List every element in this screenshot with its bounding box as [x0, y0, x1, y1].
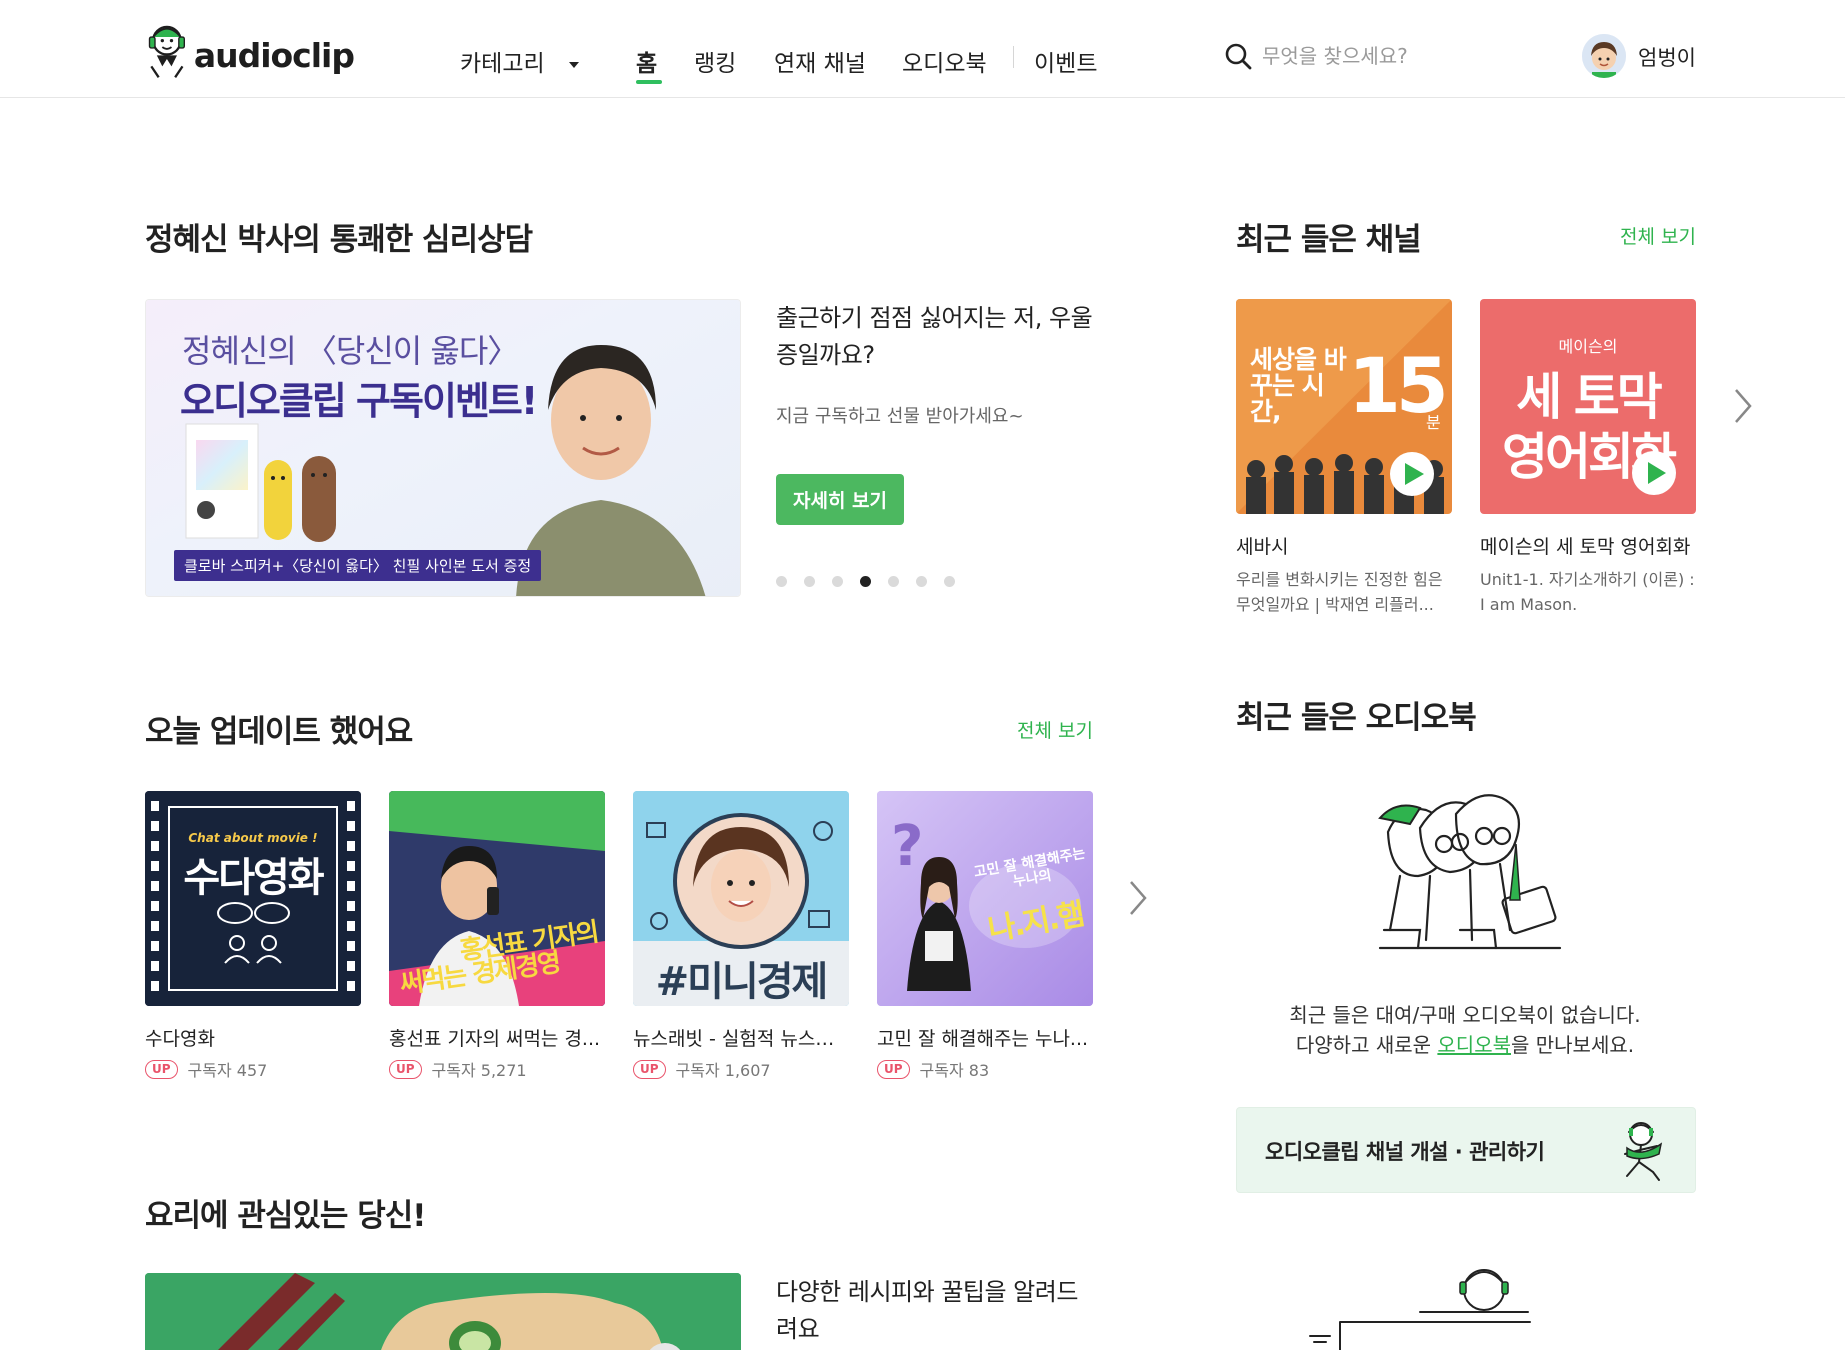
empty-line-2: 다양하고 새로운 오디오북을 만나보세요.: [1236, 1030, 1694, 1060]
update-title[interactable]: 뉴스래빗 - 실험적 뉴스생활: [633, 1024, 849, 1051]
updates-view-all-link[interactable]: 전체 보기: [1017, 716, 1093, 743]
update-meta: UP 구독자 457: [145, 1057, 361, 1081]
reading-characters-illustration: [1378, 794, 1562, 950]
caret-down-icon: [568, 61, 579, 68]
cooking-mascot-illustration: [1309, 1269, 1531, 1350]
channel-thumbnail[interactable]: 세상을 바꾸는 시간, 15 분: [1236, 299, 1452, 514]
svg-text:?: ?: [891, 814, 923, 879]
empty-line-1: 최근 들은 대여/구매 오디오북이 없습니다.: [1289, 1003, 1641, 1027]
update-title[interactable]: 홍선표 기자의 써먹는 경...: [389, 1024, 605, 1051]
nav-audiobook[interactable]: 오디오북: [902, 44, 987, 78]
chevron-right-icon[interactable]: [1731, 386, 1755, 426]
nav-divider: [1013, 46, 1014, 68]
thumbnail-text: 세상을 바꾸는 시간,: [1250, 345, 1347, 426]
play-icon: [1632, 451, 1676, 495]
recent-channels-view-all-link[interactable]: 전체 보기: [1620, 222, 1696, 249]
banner-caption: 클로바 스피커+〈당신이 옳다〉 친필 사인본 도서 증정: [174, 550, 542, 581]
feature-headline[interactable]: 출근하기 점점 싫어지는 저, 우울증일까요?: [776, 300, 1096, 374]
nav-event[interactable]: 이벤트: [1034, 44, 1097, 78]
update-title[interactable]: 수다영화: [145, 1024, 361, 1051]
feature-section-title: 정혜신 박사의 통쾌한 심리상담: [145, 222, 533, 258]
channel-management-label: 오디오클립 채널 개설 · 관리하기: [1265, 1140, 1545, 1164]
cooking-banner[interactable]: [145, 1273, 741, 1350]
channel-title[interactable]: 세바시: [1236, 532, 1452, 559]
thumbnail-title: #미니경제: [655, 959, 829, 1005]
user-avatar[interactable]: [1582, 34, 1626, 78]
channel-episode-desc: Unit1-1. 자기소개하기 (이론) : I am Mason.: [1480, 570, 1695, 614]
nav-active-indicator: [636, 80, 662, 84]
empty-line-2-post: 을 만나보세요.: [1511, 1033, 1635, 1057]
thumbnail-text: 메이슨의: [1558, 337, 1618, 356]
update-title[interactable]: 고민 잘 해결해주는 누나...: [877, 1024, 1093, 1051]
update-card[interactable]: #미니경제 뉴스래빗 - 실험적 뉴스생활 UP 구독자 1,607: [633, 791, 849, 1081]
view-details-button[interactable]: 자세히 보기: [776, 474, 904, 525]
audiobook-empty-message: 최근 들은 대여/구매 오디오북이 없습니다. 다양하고 새로운 오디오북을 만…: [1236, 1000, 1694, 1060]
channel-management-button[interactable]: 오디오클립 채널 개설 · 관리하기: [1236, 1107, 1696, 1193]
nav-ranking[interactable]: 랭킹: [694, 44, 736, 78]
subscriber-count: 구독자 1,607: [675, 1061, 771, 1080]
nav-category-label: 카테고리: [460, 51, 545, 77]
mascot-logo-icon: [148, 25, 186, 78]
carousel-dot-active[interactable]: [860, 576, 871, 587]
search-input[interactable]: [1262, 40, 1562, 72]
banner-headline-small: 정혜신의 〈당신이 옳다〉: [182, 332, 519, 370]
feature-banner[interactable]: 정혜신의 〈당신이 옳다〉 오디오클립 구독이벤트! 클로바 스피커+〈당신이 …: [145, 299, 741, 597]
username[interactable]: 엄벙이: [1638, 42, 1696, 72]
feature-subtext: 지금 구독하고 선물 받아가세요~: [776, 406, 1024, 427]
carousel-dot[interactable]: [888, 576, 899, 587]
subscriber-count: 구독자 457: [187, 1061, 268, 1080]
nav-category[interactable]: 카테고리: [460, 44, 580, 78]
update-thumbnail[interactable]: 홍선표 기자의 써먹는 경제경영: [389, 791, 605, 1006]
avatar-face-icon: [1582, 34, 1626, 78]
recent-channel-card[interactable]: 메이슨의 세 토막 영어회화 메이슨의 세 토막 영어회화 Unit1-1. 자…: [1480, 299, 1696, 617]
subscriber-count: 구독자 83: [919, 1061, 990, 1080]
carousel-dot[interactable]: [944, 576, 955, 587]
updates-section-title: 오늘 업데이트 했어요: [145, 714, 413, 750]
thumbnail-subtext: Chat about movie !: [188, 831, 318, 845]
recent-audiobook-title: 최근 들은 오디오북: [1236, 700, 1477, 736]
nav-serial-channel[interactable]: 연재 채널: [774, 44, 866, 78]
empty-line-2-pre: 다양하고 새로운: [1295, 1033, 1438, 1057]
cooking-headline[interactable]: 다양한 레시피와 꿀팁을 알려드려요: [776, 1274, 1096, 1348]
up-badge: UP: [633, 1059, 666, 1079]
subscriber-count: 구독자 5,271: [431, 1061, 527, 1080]
update-card[interactable]: 홍선표 기자의 써먹는 경제경영 홍선표 기자의 써먹는 경... UP 구독자…: [389, 791, 605, 1081]
recent-channels-title: 최근 들은 채널: [1236, 222, 1422, 258]
chevron-right-icon[interactable]: [1126, 878, 1150, 918]
update-meta: UP 구독자 1,607: [633, 1057, 849, 1081]
banner-headline-large: 오디오클립 구독이벤트!: [180, 379, 538, 423]
running-mascot-icon: [1624, 1122, 1663, 1181]
cooking-section-title: 요리에 관심있는 당신!: [145, 1198, 426, 1234]
channel-episode-desc: 우리를 변화시키는 진정한 힘은 무엇일까요 | 박재연 리플러...: [1236, 570, 1443, 614]
update-thumbnail[interactable]: #미니경제: [633, 791, 849, 1006]
thumbnail-unit: 분: [1426, 413, 1441, 432]
update-meta: UP 구독자 83: [877, 1057, 1093, 1081]
logo-text: audioclip: [193, 35, 355, 75]
audioclip-logo[interactable]: audioclip: [144, 14, 355, 82]
up-badge: UP: [389, 1059, 422, 1079]
carousel-dot[interactable]: [804, 576, 815, 587]
channel-thumbnail[interactable]: 메이슨의 세 토막 영어회화: [1480, 299, 1696, 514]
update-card[interactable]: Chat about movie ! 수다영화 수다영화 UP 구독자 457: [145, 791, 361, 1081]
recent-channel-card[interactable]: 세상을 바꾸는 시간, 15 분 세바시 우리를 변화시키는 진정한 힘은 무엇…: [1236, 299, 1452, 617]
update-thumbnail[interactable]: ? 고민 잘 해결해주는 누나의 나.지.햄: [877, 791, 1093, 1006]
nav-home[interactable]: 홈: [636, 44, 657, 78]
cooking-banner-art: [145, 1273, 741, 1350]
search-icon[interactable]: [1224, 42, 1252, 70]
channel-title[interactable]: 메이슨의 세 토막 영어회화: [1480, 532, 1696, 559]
carousel-dots: [776, 576, 955, 587]
top-header: audioclip 카테고리 홈 랭킹 연재 채널 오디오북 이벤트 엄벙이: [0, 0, 1845, 98]
carousel-dot[interactable]: [832, 576, 843, 587]
carousel-dot[interactable]: [776, 576, 787, 587]
up-badge: UP: [145, 1059, 178, 1079]
carousel-dot[interactable]: [916, 576, 927, 587]
update-meta: UP 구독자 5,271: [389, 1057, 605, 1081]
update-thumbnail[interactable]: Chat about movie ! 수다영화: [145, 791, 361, 1006]
up-badge: UP: [877, 1059, 910, 1079]
thumbnail-title: 수다영화: [183, 855, 324, 901]
audiobook-link[interactable]: 오디오북: [1437, 1033, 1511, 1057]
update-card[interactable]: ? 고민 잘 해결해주는 누나의 나.지.햄 고민 잘 해결해주는 누나... …: [877, 791, 1093, 1081]
